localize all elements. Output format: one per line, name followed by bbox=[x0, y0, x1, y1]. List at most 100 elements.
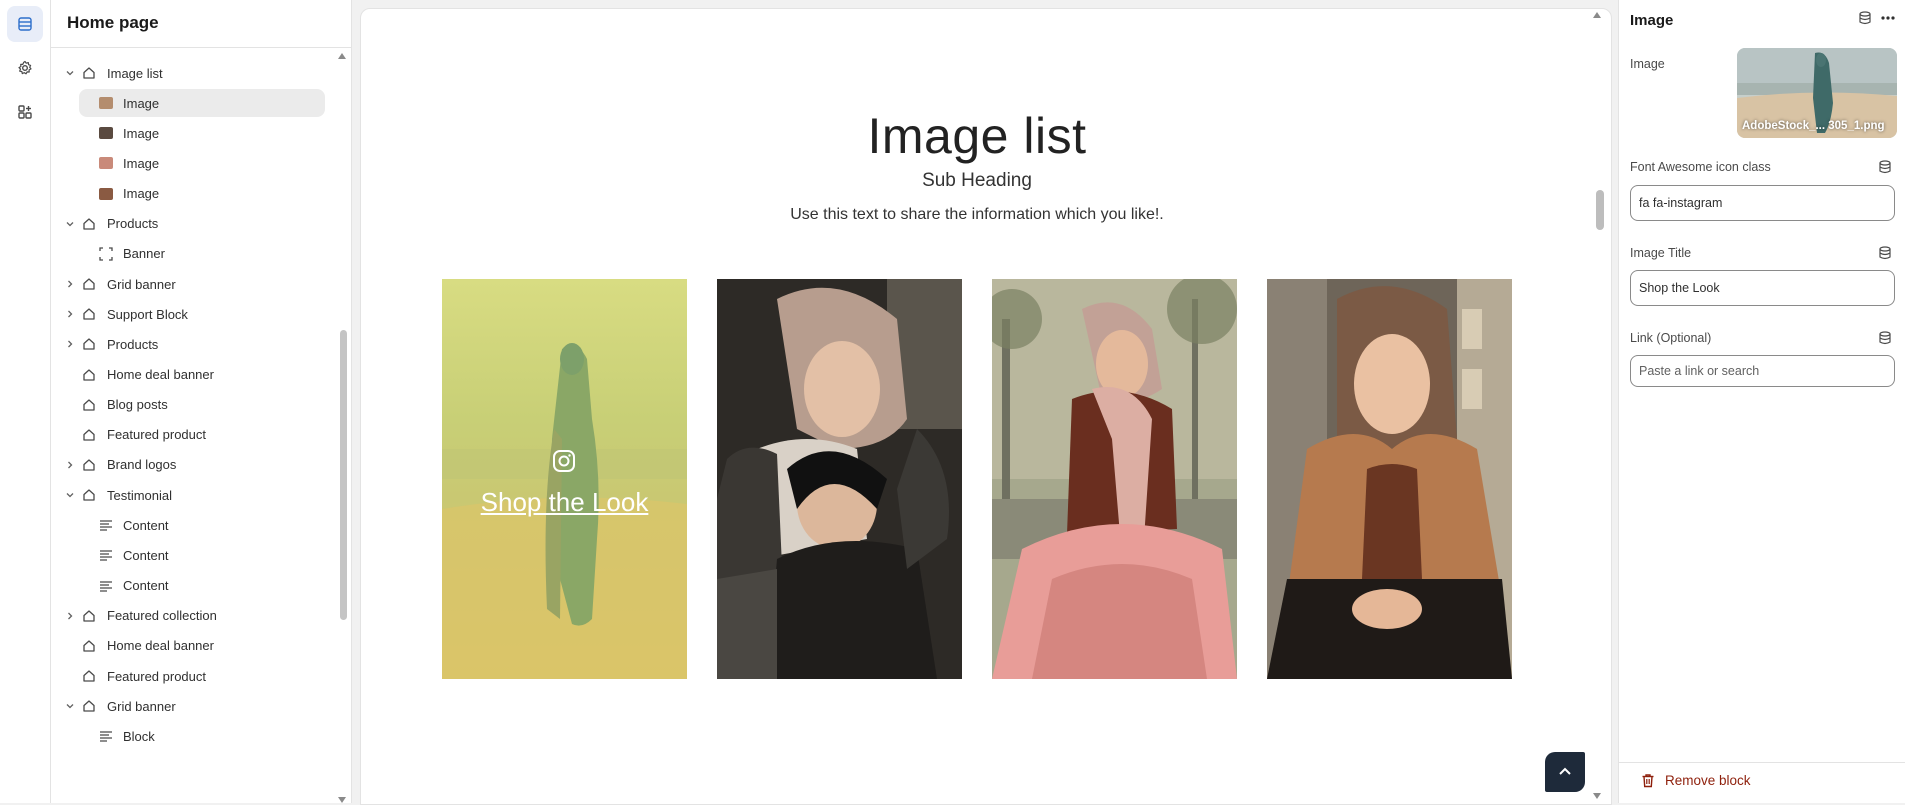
tree-block-item[interactable]: Image bbox=[51, 88, 351, 118]
tree-section-item[interactable]: Grid banner bbox=[51, 269, 351, 299]
tree-section-item[interactable]: Image list bbox=[51, 58, 351, 88]
tree-item-label: Support Block bbox=[107, 306, 188, 322]
image-list-item-4[interactable] bbox=[1267, 279, 1512, 679]
fa-icon-class-label: Font Awesome icon class bbox=[1630, 160, 1771, 174]
image-thumbnail-icon bbox=[98, 186, 114, 202]
image-list-item-1[interactable]: Shop the Look bbox=[442, 279, 687, 679]
sidebar-scrollbar[interactable] bbox=[340, 330, 347, 620]
image-thumbnail-icon bbox=[98, 95, 114, 111]
tree-item-label: Testimonial bbox=[107, 487, 173, 503]
banner-block-icon bbox=[98, 246, 114, 262]
tree-block-item[interactable]: Image bbox=[51, 179, 351, 209]
tree-block-item[interactable]: Content bbox=[51, 510, 351, 540]
tree-block-item[interactable]: Block bbox=[51, 721, 351, 751]
tree-block-item[interactable]: Content bbox=[51, 571, 351, 601]
tree-item-label: Image list bbox=[107, 65, 163, 81]
chevron-down-icon[interactable] bbox=[64, 67, 76, 79]
fa-icon-class-input[interactable] bbox=[1630, 185, 1895, 221]
tree-section-item[interactable]: Home deal banner bbox=[51, 631, 351, 661]
chevron-right-icon[interactable] bbox=[64, 610, 76, 622]
tree-section-item[interactable]: Products bbox=[51, 329, 351, 359]
preview-scroll-down[interactable] bbox=[1593, 793, 1601, 799]
scroll-up-arrow[interactable] bbox=[338, 53, 346, 59]
section-icon bbox=[81, 638, 97, 654]
tree-section-item[interactable]: Brand logos bbox=[51, 450, 351, 480]
beach-photo bbox=[442, 279, 687, 679]
tree-section-item[interactable]: Blog posts bbox=[51, 390, 351, 420]
chevron-down-icon[interactable] bbox=[64, 218, 76, 230]
trash-icon bbox=[1642, 774, 1654, 788]
tree-block-item[interactable]: Image bbox=[51, 148, 351, 178]
tree-item-label: Products bbox=[107, 216, 159, 232]
back-to-top-button[interactable] bbox=[1545, 752, 1585, 792]
chevron-right-icon[interactable] bbox=[64, 308, 76, 320]
image-picker[interactable]: AdobeStock_... 305_1.png bbox=[1737, 48, 1897, 138]
remove-block-button[interactable]: Remove block bbox=[1641, 773, 1751, 788]
tree-section-item[interactable]: Featured collection bbox=[51, 601, 351, 631]
tree-section-item[interactable]: Home deal banner bbox=[51, 360, 351, 390]
section-tree-sidebar: Image list Image Image Image Image Products Ba… bbox=[51, 0, 352, 803]
text-block-icon bbox=[98, 547, 114, 563]
more-actions-icon[interactable] bbox=[1880, 11, 1896, 25]
chevron-right-icon[interactable] bbox=[64, 459, 76, 471]
sections-rail-button[interactable] bbox=[7, 6, 43, 42]
section-icon bbox=[81, 397, 97, 413]
tree-block-item[interactable]: Banner bbox=[51, 239, 351, 269]
section-icon bbox=[81, 65, 97, 81]
image-list-description: Use this text to share the information w… bbox=[790, 206, 1164, 223]
chevron-right-icon[interactable] bbox=[64, 278, 76, 290]
page-title: Home page bbox=[67, 13, 159, 32]
dynamic-source-icon[interactable] bbox=[1878, 331, 1892, 350]
tree-block-item[interactable]: Image bbox=[51, 118, 351, 148]
tree-item-label: Brand logos bbox=[107, 457, 177, 473]
chevron-down-icon[interactable] bbox=[64, 700, 76, 712]
dynamic-source-icon[interactable] bbox=[1878, 160, 1892, 179]
app-embeds-rail-button[interactable] bbox=[7, 94, 43, 130]
tree-section-item[interactable]: Support Block bbox=[51, 299, 351, 329]
tree-item-label: Image bbox=[123, 125, 160, 141]
chevron-down-icon[interactable] bbox=[64, 489, 76, 501]
shop-the-look-link[interactable]: Shop the Look bbox=[442, 487, 687, 518]
instagram-icon bbox=[552, 449, 576, 478]
scroll-down-arrow[interactable] bbox=[338, 797, 346, 803]
section-icon bbox=[81, 487, 97, 503]
tree-item-label: Home deal banner bbox=[107, 367, 214, 382]
sections-icon bbox=[18, 17, 32, 31]
tree-item-label: Content bbox=[123, 547, 169, 563]
panel-footer: Remove block bbox=[1619, 762, 1905, 804]
image-list-item-3[interactable] bbox=[992, 279, 1237, 679]
image-filename: AdobeStock_... 305_1.png bbox=[1742, 120, 1885, 132]
chevron-right-icon[interactable] bbox=[64, 338, 76, 350]
tree-section-item[interactable]: Featured product bbox=[51, 420, 351, 450]
tree-section-item[interactable]: Testimonial bbox=[51, 480, 351, 510]
section-icon bbox=[81, 457, 97, 473]
section-icon bbox=[81, 668, 97, 684]
selection-highlight bbox=[79, 89, 325, 118]
gear-icon bbox=[18, 60, 32, 75]
dynamic-source-icon[interactable] bbox=[1858, 11, 1872, 25]
tree-section-item[interactable]: Products bbox=[51, 209, 351, 239]
apps-icon bbox=[18, 105, 32, 119]
image-list-item-2[interactable] bbox=[717, 279, 962, 679]
tree-block-item[interactable]: Content bbox=[51, 540, 351, 570]
image-thumbnail-icon bbox=[98, 155, 114, 171]
image-title-input[interactable] bbox=[1630, 270, 1895, 306]
tree-item-label: Grid banner bbox=[107, 276, 176, 292]
image-list-subheading: Sub Heading bbox=[922, 170, 1032, 191]
image-list-heading: Image list bbox=[867, 108, 1087, 164]
preview-scrollbar[interactable] bbox=[1596, 190, 1604, 230]
sidebar-header: Home page bbox=[51, 0, 351, 48]
tree-item-label: Content bbox=[123, 517, 169, 533]
theme-settings-rail-button[interactable] bbox=[7, 50, 43, 86]
section-icon bbox=[81, 427, 97, 443]
tree-section-item[interactable]: Grid banner bbox=[51, 691, 351, 721]
link-input[interactable] bbox=[1630, 355, 1895, 387]
section-icon bbox=[81, 306, 97, 322]
section-icon bbox=[81, 698, 97, 714]
tree-section-item[interactable]: Featured product bbox=[51, 661, 351, 691]
text-block-icon bbox=[98, 578, 114, 594]
app-rail bbox=[0, 0, 51, 803]
preview-scroll-up[interactable] bbox=[1593, 12, 1601, 18]
tree-item-label: Block bbox=[123, 728, 155, 744]
dynamic-source-icon[interactable] bbox=[1878, 246, 1892, 265]
